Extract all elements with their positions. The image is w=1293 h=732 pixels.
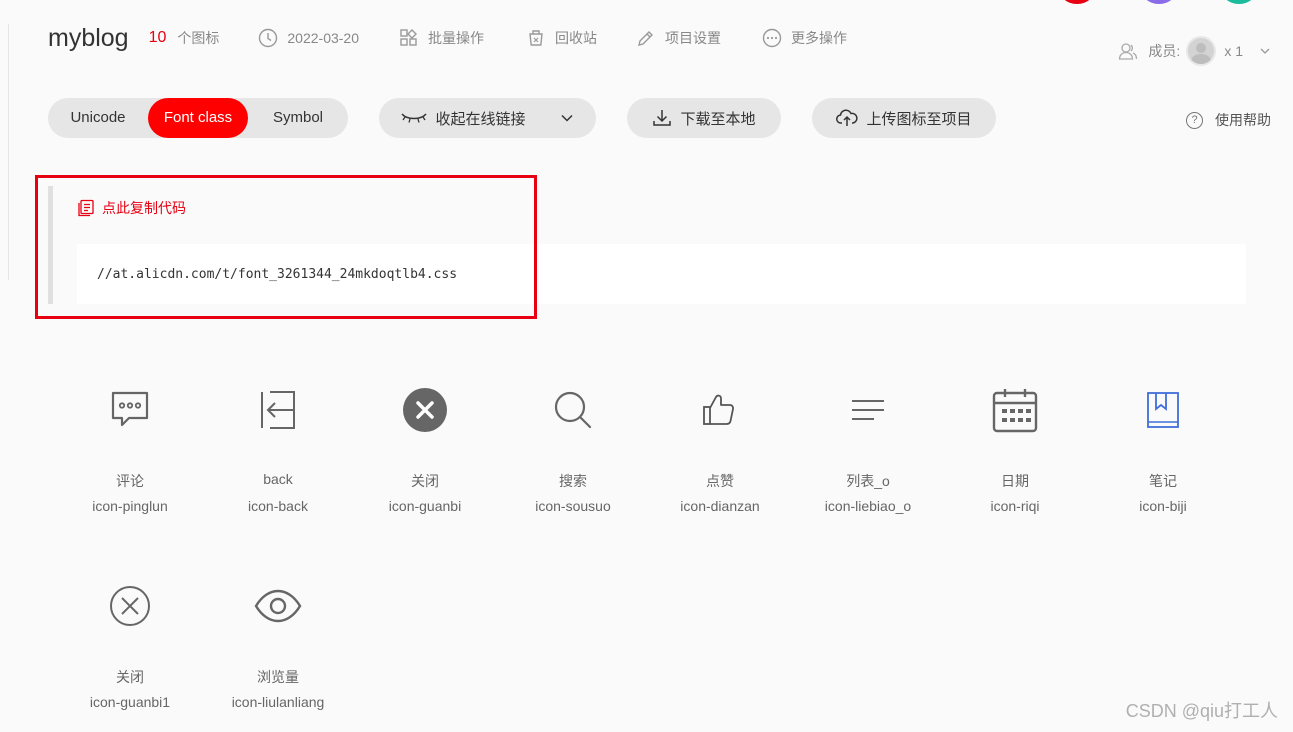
icon-card[interactable]: 浏览量 icon-liulanliang xyxy=(208,577,348,712)
icon-card[interactable]: 评论 icon-pinglun xyxy=(60,381,200,516)
purple-dot[interactable] xyxy=(1140,0,1178,4)
watermark: CSDN @qiu打工人 xyxy=(1125,701,1278,721)
icon-card[interactable]: 笔记 icon-biji xyxy=(1093,381,1233,516)
icon-name: 笔记 xyxy=(1149,473,1177,489)
css-link-code[interactable]: //at.alicdn.com/t/font_3261344_24mkdoqtl… xyxy=(77,244,1246,304)
icon-class: icon-biji xyxy=(1139,498,1187,514)
project-settings-button[interactable]: 项目设置 xyxy=(636,28,721,48)
members-count: x 1 xyxy=(1224,43,1243,59)
icon-name: 关闭 xyxy=(116,669,144,685)
calendar-icon xyxy=(992,389,1038,433)
avatar xyxy=(1186,36,1217,66)
icon-card[interactable]: 关闭 icon-guanbi xyxy=(355,381,495,516)
back-icon xyxy=(261,391,295,429)
tab-unicode[interactable]: Unicode xyxy=(48,98,148,138)
icon-count: 10 xyxy=(148,29,167,46)
trash-icon xyxy=(529,30,543,46)
icon-name: 评论 xyxy=(116,473,144,489)
collapse-online-link-label: 收起在线链接 xyxy=(435,110,526,128)
icon-name: 列表_o xyxy=(846,473,890,489)
icon-name: 日期 xyxy=(1001,473,1029,489)
font-class-code-panel: 点此复制代码 //at.alicdn.com/t/font_3261344_24… xyxy=(48,186,1246,304)
project-title: myblog xyxy=(48,23,129,52)
download-icon xyxy=(653,110,672,126)
red-dot[interactable] xyxy=(1058,0,1096,4)
close-filled-icon xyxy=(403,388,447,432)
eye-icon xyxy=(254,589,302,623)
more-operations-label: 更多操作 xyxy=(791,30,848,46)
project-header: myblog 10 个图标 2022-03-20 批量操作 回收站 项目设置 更… xyxy=(48,22,847,54)
more-icon xyxy=(762,28,782,48)
icon-class: icon-liulanliang xyxy=(231,694,325,710)
icon-name: 点赞 xyxy=(706,473,734,489)
icon-card[interactable]: 关闭 icon-guanbi1 xyxy=(60,577,200,712)
icon-class: icon-sousuo xyxy=(535,498,611,514)
comment-icon xyxy=(111,391,149,427)
teal-dot[interactable] xyxy=(1220,0,1258,4)
pencil-icon xyxy=(638,31,654,46)
created-date: 2022-03-20 xyxy=(258,28,359,48)
copy-code-label: 点此复制代码 xyxy=(102,200,186,216)
collapse-online-link-button[interactable]: 收起在线链接 xyxy=(379,98,596,138)
upload-to-project-button[interactable]: 上传图标至项目 xyxy=(812,98,996,138)
icon-class: icon-riqi xyxy=(990,498,1040,514)
tab-symbol[interactable]: Symbol xyxy=(248,98,348,138)
icon-card[interactable]: back icon-back xyxy=(208,381,348,516)
notebook-icon xyxy=(1147,392,1179,428)
format-tabs: Unicode Font class Symbol xyxy=(48,98,348,138)
more-operations-button[interactable]: 更多操作 xyxy=(762,28,847,48)
thumbs-up-icon xyxy=(703,394,734,425)
icon-card[interactable]: 列表_o icon-liebiao_o xyxy=(798,381,938,516)
upload-to-project-label: 上传图标至项目 xyxy=(866,110,972,128)
tab-font-class[interactable]: Font class xyxy=(148,98,248,138)
help-link[interactable]: ? 使用帮助 xyxy=(1186,110,1271,130)
css-link-url[interactable]: //at.alicdn.com/t/font_3261344_24mkdoqtl… xyxy=(97,267,457,282)
icon-class: icon-back xyxy=(248,498,308,514)
closed-eye-icon xyxy=(401,113,428,123)
icon-card[interactable]: 点赞 icon-dianzan xyxy=(650,381,790,516)
members-dropdown[interactable]: 成员: x 1 xyxy=(1118,36,1271,66)
question-icon: ? xyxy=(1186,111,1203,129)
icon-name: back xyxy=(263,471,293,487)
icon-class: icon-guanbi1 xyxy=(89,694,171,710)
recycle-bin-label: 回收站 xyxy=(555,30,598,46)
icon-name: 浏览量 xyxy=(257,669,299,685)
icon-class: icon-liebiao_o xyxy=(824,498,912,514)
left-divider xyxy=(8,24,9,280)
icon-class: icon-guanbi xyxy=(388,498,462,514)
search-icon xyxy=(554,391,592,429)
recycle-bin-button[interactable]: 回收站 xyxy=(526,28,597,48)
copy-code-button[interactable]: 点此复制代码 xyxy=(77,198,186,218)
chevron-down-icon xyxy=(1260,48,1270,54)
close-outline-icon xyxy=(110,586,150,626)
help-label: 使用帮助 xyxy=(1215,112,1271,128)
icon-name: 搜索 xyxy=(559,473,587,489)
icon-class: icon-dianzan xyxy=(680,498,760,514)
icon-card[interactable]: 搜索 icon-sousuo xyxy=(503,381,643,516)
download-local-label: 下载至本地 xyxy=(680,110,756,128)
icon-name: 关闭 xyxy=(411,473,439,489)
list-icon xyxy=(852,400,884,420)
members-label: 成员: xyxy=(1148,43,1181,59)
cloud-upload-icon xyxy=(836,109,859,126)
icon-count-label: 个图标 xyxy=(177,30,220,46)
grid-icon xyxy=(400,29,418,46)
chevron-down-icon xyxy=(560,114,573,122)
batch-operation-button[interactable]: 批量操作 xyxy=(399,28,484,48)
icon-card[interactable]: 日期 icon-riqi xyxy=(945,381,1085,516)
project-settings-label: 项目设置 xyxy=(665,30,722,46)
user-icon xyxy=(1119,43,1138,60)
copy-icon xyxy=(78,199,94,217)
icon-class: icon-pinglun xyxy=(92,498,168,514)
batch-operation-label: 批量操作 xyxy=(428,30,485,46)
clock-icon xyxy=(259,28,278,48)
created-date-label: 2022-03-20 xyxy=(287,30,360,46)
download-local-button[interactable]: 下载至本地 xyxy=(627,98,781,138)
